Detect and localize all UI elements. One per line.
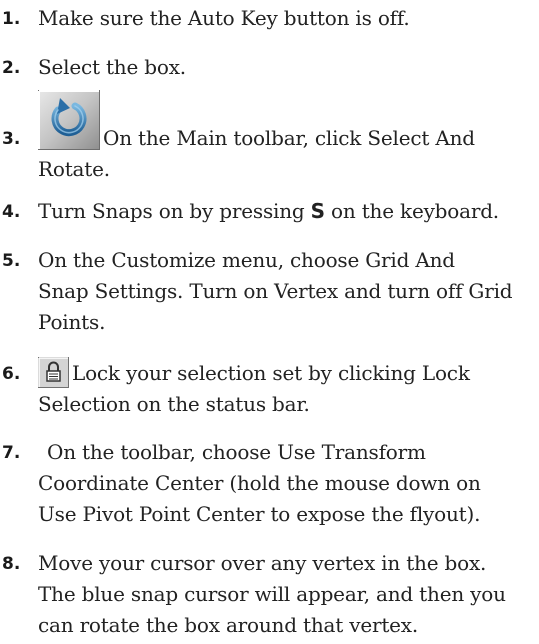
step-text: Turn Snaps on by pressing S on the keybo… [38, 197, 538, 226]
step-text-line-2: The blue snap cursor will appear, and th… [38, 582, 506, 606]
step-number: 7. [2, 443, 21, 463]
step-text-line-1: On the Customize menu, choose Grid And [38, 248, 455, 272]
step-text-line-3: Use Pivot Point Center to expose the fly… [38, 502, 481, 526]
step-text-after: on the keyboard. [324, 199, 499, 223]
page: { "steps": [ {"number": "1.", "text": "M… [0, 0, 539, 644]
step-text-line-1: Move your cursor over any vertex in the … [38, 551, 487, 575]
step-text-line-2: Rotate. [38, 157, 110, 181]
step-number: 6. [2, 364, 21, 384]
step-text-line-1: On the Main toolbar, click Select And [103, 126, 475, 150]
step-text-before: Turn Snaps on by pressing [38, 199, 311, 223]
step-text-line-2: Snap Settings. Turn on Vertex and turn o… [38, 279, 513, 303]
lock-selection-icon [38, 357, 69, 388]
step-number: 2. [2, 58, 21, 78]
step-number: 5. [2, 251, 21, 271]
keyboard-key: S [310, 199, 325, 223]
step-text: Make sure the Auto Key button is off. [38, 6, 410, 30]
step-text-line-3: Points. [38, 310, 106, 334]
step-number: 4. [2, 202, 21, 222]
select-and-rotate-icon [38, 90, 100, 150]
step-number: 8. [2, 554, 21, 574]
step-text-line-1: On the toolbar, choose Use Transform [47, 440, 426, 464]
step-text-line-3: can rotate the box around that vertex. [38, 613, 419, 637]
step-number: 1. [2, 9, 21, 29]
step-number: 3. [2, 129, 21, 149]
step-text-line-2: Coordinate Center (hold the mouse down o… [38, 471, 481, 495]
step-text: Select the box. [38, 55, 186, 79]
step-text-line-1: Lock your selection set by clicking Lock [72, 361, 470, 385]
step-text-line-2: Selection on the status bar. [38, 392, 310, 416]
